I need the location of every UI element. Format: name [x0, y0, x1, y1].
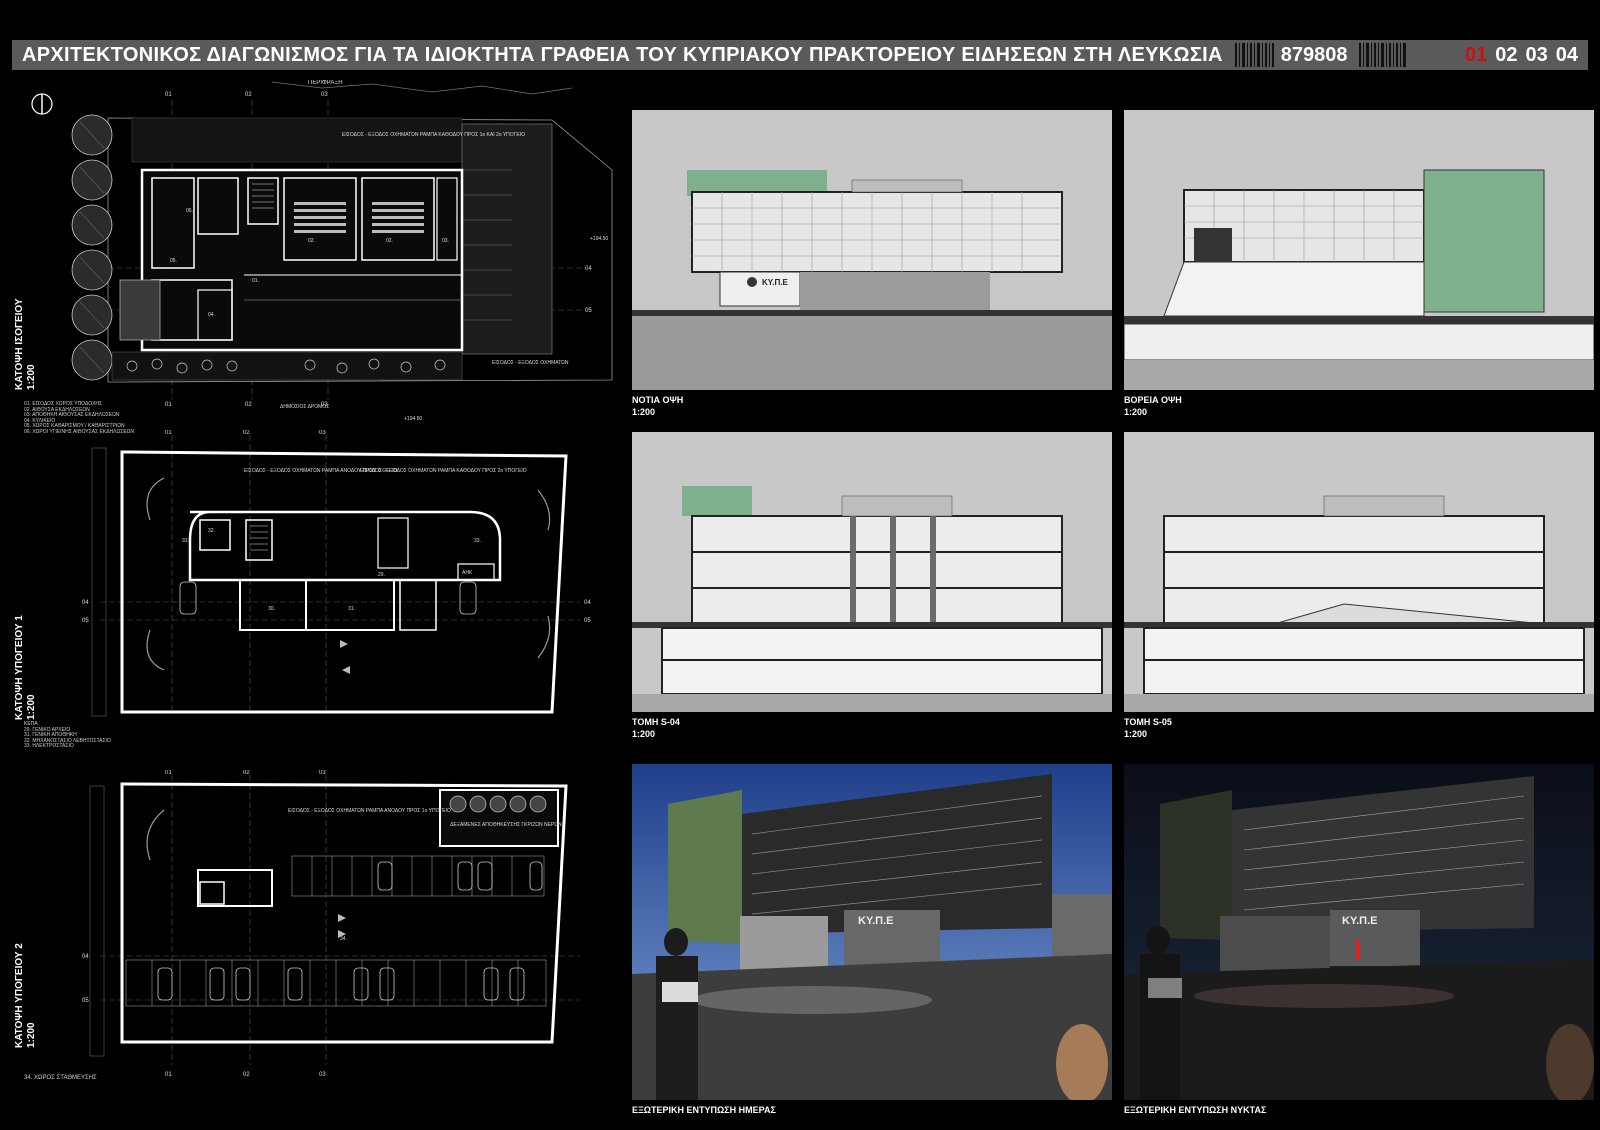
room-number: 33. — [474, 538, 481, 544]
room-number: 01. — [252, 278, 259, 284]
section-s05-drawing — [1124, 432, 1594, 712]
room-number: 34. — [340, 936, 347, 942]
title-bar: ΑΡΧΙΤΕΚΤΟΝΙΚΟΣ ΔΙΑΓΩΝΙΣΜΟΣ ΓΙΑ ΤΑ ΙΔΙΟΚΤ… — [12, 40, 1588, 70]
elevation-mark: +194.50 — [404, 416, 422, 422]
board-title: ΑΡΧΙΤΕΚΤΟΝΙΚΟΣ ΔΙΑΓΩΝΙΣΜΟΣ ΓΙΑ ΤΑ ΙΔΙΟΚΤ… — [22, 43, 1223, 66]
room-number: 02. — [386, 238, 393, 244]
north-arrow-icon — [31, 93, 53, 115]
grid-label: 03 — [319, 1072, 326, 1078]
grid-label: 05 — [584, 618, 591, 624]
road-label: ΔΗΜΟΣΙΟΣ ΔΡΟΜΟΣ — [280, 404, 329, 410]
day-render-caption: ΕΞΩΤΕΡΙΚΗ ΕΝΤΥΠΩΣΗ ΗΜΕΡΑΣ — [632, 1105, 776, 1115]
basement-2-plan: ΕΙΣΟΔΟΣ - ΕΞΟΔΟΣ ΟΧΗΜΑΤΩΝ ΡΑΜΠΑ ΑΝΟΔΟΥ Π… — [82, 770, 580, 1078]
basement-1-legend: ΚΕΠΑ 29. ΓΕΝΙΚΟ ΑΡΧΕΙΟ 31. ΓΕΝΙΚΗ ΑΠΟΘΗΚΗ… — [24, 721, 111, 750]
kype-logo-icon — [747, 277, 757, 287]
room-number: 03. — [442, 238, 449, 244]
tanks-label: ΔΕΞΑΜΕΝΕΣ ΑΠΟΘΗΚΕΥΣΗΣ ΓΚΡΙΖΩΝ ΝΕΡΩΝ — [450, 822, 562, 828]
basement-1-label: ΚΑΤΟΨΗ ΥΠΟΓΕΙΟΥ 1 1:200 — [14, 615, 37, 720]
day-render-image: ΚΥ.Π.Ε — [632, 764, 1112, 1100]
ramp-label: ΕΙΣΟΔΟΣ - ΕΞΟΔΟΣ ΟΧΗΜΑΤΩΝ ΡΑΜΠΑ ΚΑΘΟΔΟΥ … — [360, 468, 527, 474]
grid-label: 03 — [319, 770, 326, 776]
page-number: 04 — [1555, 43, 1578, 66]
room-number: 32. — [208, 528, 215, 534]
entry-code: 879808 — [1280, 43, 1348, 66]
grid-label: 01 — [165, 1072, 172, 1078]
ground-plan-label: ΚΑΤΟΨΗ ΙΣΟΓΕΙΟΥ 1:200 — [14, 298, 37, 390]
vehicle-exit-label: ΕΙΣΟΔΟΣ - ΕΞΟΔΟΣ ΟΧΗΜΑΤΩΝ — [492, 360, 569, 366]
room-number: 31. — [348, 606, 355, 612]
grid-label: 02 — [243, 1072, 250, 1078]
night-render-caption: ΕΞΩΤΕΡΙΚΗ ΕΝΤΥΠΩΣΗ ΝΥΚΤΑΣ — [1124, 1105, 1267, 1115]
building-sign: ΚΥ.Π.Ε — [762, 278, 788, 287]
room-number: 30. — [268, 606, 275, 612]
north-elevation-drawing — [1124, 110, 1594, 390]
page-number: 02 — [1495, 43, 1518, 66]
grid-label: 04 — [82, 954, 89, 960]
grid-label: 05 — [82, 998, 89, 1004]
elevation-mark: +194.50 — [590, 236, 608, 242]
section-s04-drawing — [632, 432, 1112, 712]
barcode-decoration-icon — [1359, 43, 1407, 67]
grid-label: 05 — [82, 618, 89, 624]
grid-label: 02 — [243, 770, 250, 776]
basement-2-label: ΚΑΤΟΨΗ ΥΠΟΓΕΙΟΥ 2 1:200 — [14, 943, 37, 1048]
grid-label: 05 — [585, 308, 592, 314]
grid-label: 01 — [165, 92, 172, 98]
room-number: 02. — [308, 238, 315, 244]
section-s04-caption: ΤΟΜΗ S-04 1:200 — [632, 717, 680, 739]
night-render-image: ΚΥ.Π.Ε — [1124, 764, 1594, 1100]
grid-label: 02 — [245, 402, 252, 408]
page-indicator: 01 02 03 04 — [1465, 44, 1578, 67]
room-number: 05. — [170, 258, 177, 264]
south-elevation-drawing: ΚΥ.Π.Ε — [632, 110, 1112, 390]
grid-label: 01 — [165, 770, 172, 776]
basement-1-plan: 32. 33. 29. 30. 31. 33. ΑΗΚ ΕΙΣΟΔΟΣ - ΕΞ… — [82, 430, 591, 717]
grid-label: 01 — [165, 402, 172, 408]
grid-label: 04 — [82, 600, 89, 606]
room-number: 06. — [186, 208, 193, 214]
room-number: 29. — [378, 572, 385, 578]
grid-label: 03 — [319, 430, 326, 436]
basement-2-legend: 34. ΧΩΡΟΣ ΣΤΑΘΜΕΥΣΗΣ — [24, 1075, 97, 1081]
south-elevation-caption: ΝΟΤΙΑ ΟΨΗ 1:200 — [632, 395, 684, 417]
ramp-label: ΕΙΣΟΔΟΣ - ΕΞΟΔΟΣ ΟΧΗΜΑΤΩΝ ΡΑΜΠΑ ΑΝΟΔΟΥ Π… — [288, 808, 451, 814]
grid-label: 02 — [243, 430, 250, 436]
room-number: 04. — [208, 312, 215, 318]
building-sign: ΚΥ.Π.Ε — [1342, 915, 1377, 927]
grid-label: 04 — [584, 600, 591, 606]
grid-label: 02 — [245, 92, 252, 98]
ramp-entrance-label: ΕΙΣΟΔΟΣ - ΕΞΟΔΟΣ ΟΧΗΜΑΤΩΝ ΡΑΜΠΑ ΚΑΘΟΔΟΥ … — [342, 132, 525, 138]
page-number: 03 — [1525, 43, 1548, 66]
page-number-active: 01 — [1465, 43, 1488, 66]
north-elevation-caption: ΒΟΡΕΙΑ ΟΨΗ 1:200 — [1124, 395, 1182, 417]
building-sign: ΚΥ.Π.Ε — [858, 915, 893, 927]
barcode-decoration-icon — [1234, 43, 1274, 67]
section-s05-caption: ΤΟΜΗ S-05 1:200 — [1124, 717, 1172, 739]
perimeter-label: ΠΕΡΙΦΡΑΞΗ — [308, 80, 343, 86]
grid-label: 04 — [585, 266, 592, 272]
room-number: ΑΗΚ — [462, 570, 473, 576]
grid-label: 03 — [321, 92, 328, 98]
room-number: 33. — [182, 538, 189, 544]
ground-floor-plan: 01. 02. 02. 03. 04. 05. 06. 01 02 03 01 … — [31, 80, 613, 422]
grid-label: 01 — [165, 430, 172, 436]
